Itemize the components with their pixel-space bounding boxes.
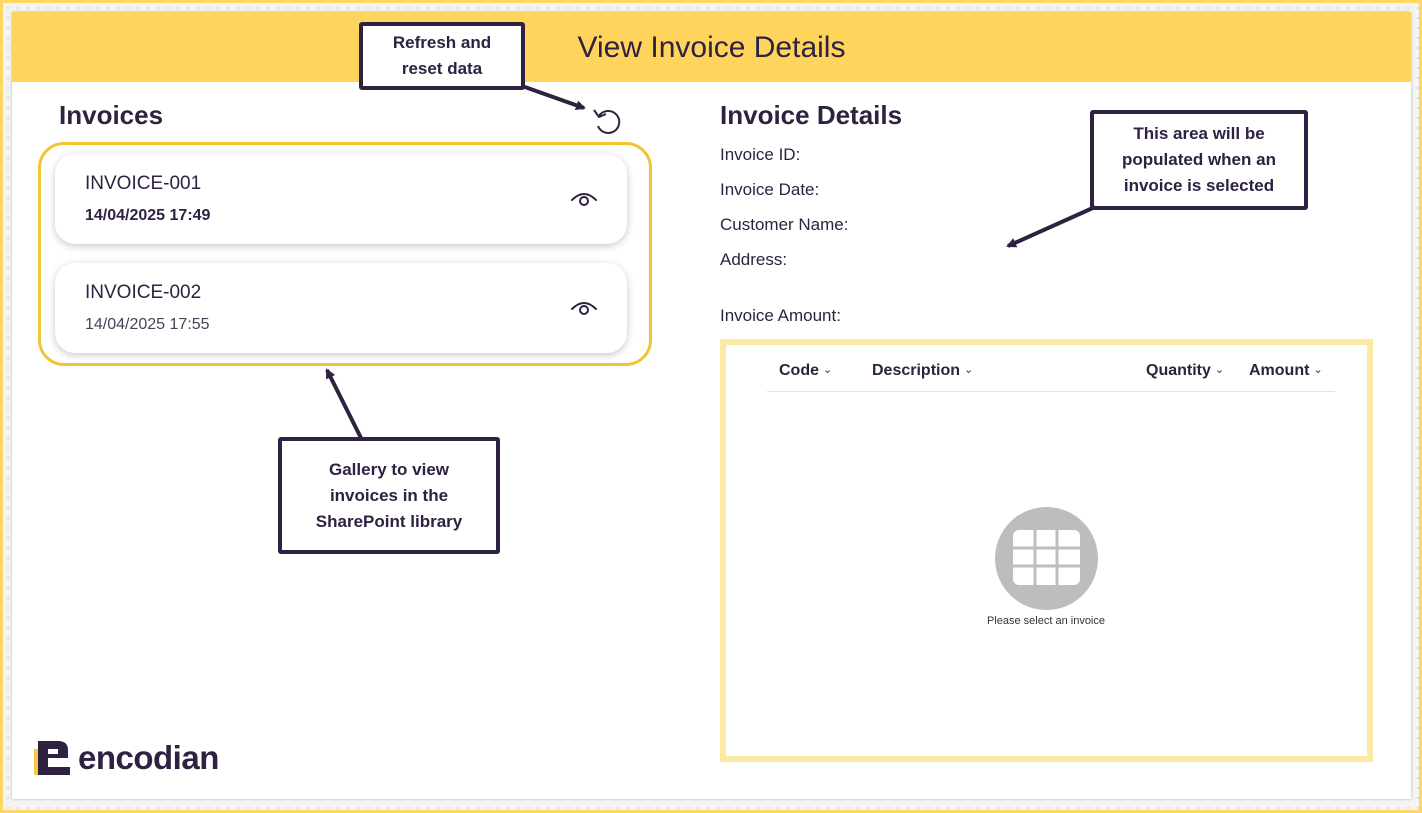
callout-line: reset data	[401, 59, 483, 78]
customer-name-label: Customer Name:	[720, 215, 849, 234]
gallery-item-name: INVOICE-001	[85, 173, 202, 194]
callout-line: This area will be	[1133, 124, 1265, 143]
gallery-item-name: INVOICE-002	[85, 282, 202, 303]
empty-state-message: Please select an invoice	[986, 615, 1105, 627]
gallery-item[interactable]: INVOICE-002 14/04/2025 17:55	[55, 263, 627, 353]
column-header-label: Quantity	[1146, 362, 1211, 379]
gallery-title: Invoices	[59, 100, 164, 130]
callout-line: invoices in the	[329, 485, 449, 505]
page-title: View Invoice Details	[577, 31, 846, 64]
table-grid-icon	[1013, 530, 1080, 585]
callout-gallery: Gallery to view invoices in the SharePoi…	[278, 437, 500, 554]
chevron-down-icon: ⌄	[823, 364, 833, 376]
invoice-id-label: Invoice ID:	[720, 145, 801, 164]
column-header-quantity[interactable]: Quantity ⌄	[1146, 362, 1224, 380]
table-header-divider	[767, 391, 1335, 392]
callout-line: Refresh and	[392, 33, 492, 52]
callout-refresh: Refresh and reset data	[359, 22, 525, 90]
encodian-logo: encodian	[34, 738, 219, 778]
invoice-lines-table: Code ⌄ Description ⌄ Quantity ⌄ Amount ⌄ Ple…	[720, 339, 1373, 762]
view-button[interactable]	[569, 296, 599, 318]
column-header-code[interactable]: Code ⌄	[779, 362, 832, 380]
chevron-down-icon: ⌄	[1313, 364, 1323, 376]
gallery-item-date: 14/04/2025 17:55	[85, 316, 210, 333]
chevron-down-icon: ⌄	[1214, 364, 1225, 376]
column-header-label: Description	[872, 362, 961, 379]
logo-text: encodian	[78, 739, 219, 776]
eye-icon	[571, 302, 597, 315]
encodian-logo-icon	[34, 741, 70, 775]
invoice-date-label: Invoice Date:	[720, 180, 820, 199]
column-header-amount[interactable]: Amount ⌄	[1249, 362, 1323, 380]
callout-populated: This area will be populated when an invo…	[1090, 110, 1308, 210]
callout-line: Gallery to view	[329, 459, 449, 479]
gallery-item-date: 14/04/2025 17:49	[85, 207, 211, 224]
callout-line: populated when an	[1122, 150, 1276, 169]
empty-state-circle	[995, 507, 1098, 610]
gallery-item[interactable]: INVOICE-001 14/04/2025 17:49	[55, 154, 627, 244]
callout-line: invoice is selected	[1123, 176, 1275, 195]
address-label: Address:	[720, 250, 788, 269]
eye-icon	[571, 193, 597, 206]
details-title: Invoice Details	[720, 100, 903, 130]
column-header-label: Code	[779, 362, 819, 379]
header-bar: View Invoice Details	[12, 12, 1411, 82]
refresh-icon	[593, 109, 621, 134]
column-header-description[interactable]: Description ⌄	[872, 362, 973, 380]
column-header-label: Amount	[1249, 362, 1310, 379]
callout-line: SharePoint library	[315, 511, 463, 531]
invoice-amount-label: Invoice Amount:	[720, 306, 841, 325]
chevron-down-icon: ⌄	[964, 364, 974, 376]
refresh-button[interactable]	[590, 104, 624, 138]
view-button[interactable]	[569, 187, 599, 209]
